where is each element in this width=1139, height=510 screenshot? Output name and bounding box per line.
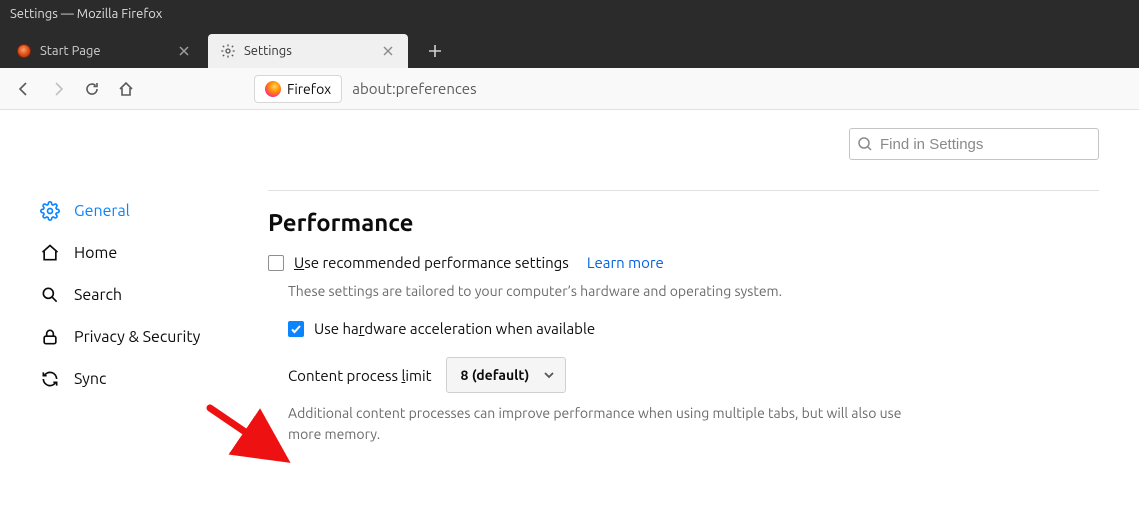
tab-label: Start Page	[40, 44, 168, 58]
hardware-accel-checkbox[interactable]	[288, 321, 304, 337]
close-icon[interactable]	[380, 43, 396, 59]
ubuntu-icon	[16, 43, 32, 59]
tab-strip: Start Page Settings	[0, 28, 1139, 68]
sidebar-item-sync[interactable]: Sync	[0, 358, 240, 400]
recommended-settings-desc: These settings are tailored to your comp…	[268, 281, 1099, 302]
navigation-toolbar: Firefox about:preferences	[0, 68, 1139, 110]
settings-search-input[interactable]	[849, 128, 1099, 160]
firefox-icon	[265, 81, 281, 97]
process-limit-row: Content process limit 8 (default)	[268, 357, 1099, 393]
settings-main: Performance Use recommended performance …	[240, 110, 1139, 510]
sidebar-item-general[interactable]: General	[0, 190, 240, 232]
process-limit-desc: Additional content processes can improve…	[268, 403, 908, 445]
lock-icon	[40, 327, 60, 347]
sidebar-item-privacy[interactable]: Privacy & Security	[0, 316, 240, 358]
hardware-accel-label: Use hardware acceleration when available	[314, 320, 595, 337]
identity-chip[interactable]: Firefox	[254, 75, 342, 103]
learn-more-link[interactable]: Learn more	[587, 254, 664, 271]
window-title: Settings — Mozilla Firefox	[10, 7, 162, 21]
url-text[interactable]: about:preferences	[342, 80, 486, 97]
recommended-settings-row: Use recommended performance settings Lea…	[268, 254, 1099, 271]
process-limit-select[interactable]: 8 (default)	[446, 357, 567, 393]
sidebar-item-label: Search	[74, 286, 122, 304]
reload-button[interactable]	[76, 73, 108, 105]
settings-search-wrap	[849, 128, 1099, 160]
sidebar-item-label: General	[74, 202, 130, 220]
hardware-accel-row: Use hardware acceleration when available	[268, 320, 1099, 337]
sidebar-item-home[interactable]: Home	[0, 232, 240, 274]
window-titlebar: Settings — Mozilla Firefox	[0, 0, 1139, 28]
sidebar-item-label: Home	[74, 244, 117, 262]
tab-start-page[interactable]: Start Page	[4, 34, 204, 68]
gear-icon	[40, 201, 60, 221]
identity-label: Firefox	[287, 81, 331, 97]
content-area: General Home Search Privacy & Security S…	[0, 110, 1139, 510]
sidebar-item-label: Sync	[74, 370, 106, 388]
sidebar-item-label: Privacy & Security	[74, 328, 200, 346]
search-icon	[857, 136, 873, 152]
home-icon	[40, 243, 60, 263]
sync-icon	[40, 369, 60, 389]
forward-button[interactable]	[42, 73, 74, 105]
gear-icon	[220, 43, 236, 59]
settings-sidebar: General Home Search Privacy & Security S…	[0, 110, 240, 510]
back-button[interactable]	[8, 73, 40, 105]
close-icon[interactable]	[176, 43, 192, 59]
tab-settings[interactable]: Settings	[208, 34, 408, 68]
process-limit-value: 8 (default)	[461, 367, 530, 383]
recommended-settings-label: Use recommended performance settings	[294, 254, 569, 271]
sidebar-item-search[interactable]: Search	[0, 274, 240, 316]
chevron-down-icon	[543, 369, 555, 381]
process-limit-label: Content process limit	[288, 367, 432, 384]
url-bar: Firefox about:preferences	[254, 74, 487, 104]
search-icon	[40, 285, 60, 305]
section-title: Performance	[268, 209, 1099, 236]
home-button[interactable]	[110, 73, 142, 105]
divider	[268, 190, 1099, 191]
tab-label: Settings	[244, 44, 372, 58]
new-tab-button[interactable]	[420, 36, 450, 66]
recommended-settings-checkbox[interactable]	[268, 255, 284, 271]
